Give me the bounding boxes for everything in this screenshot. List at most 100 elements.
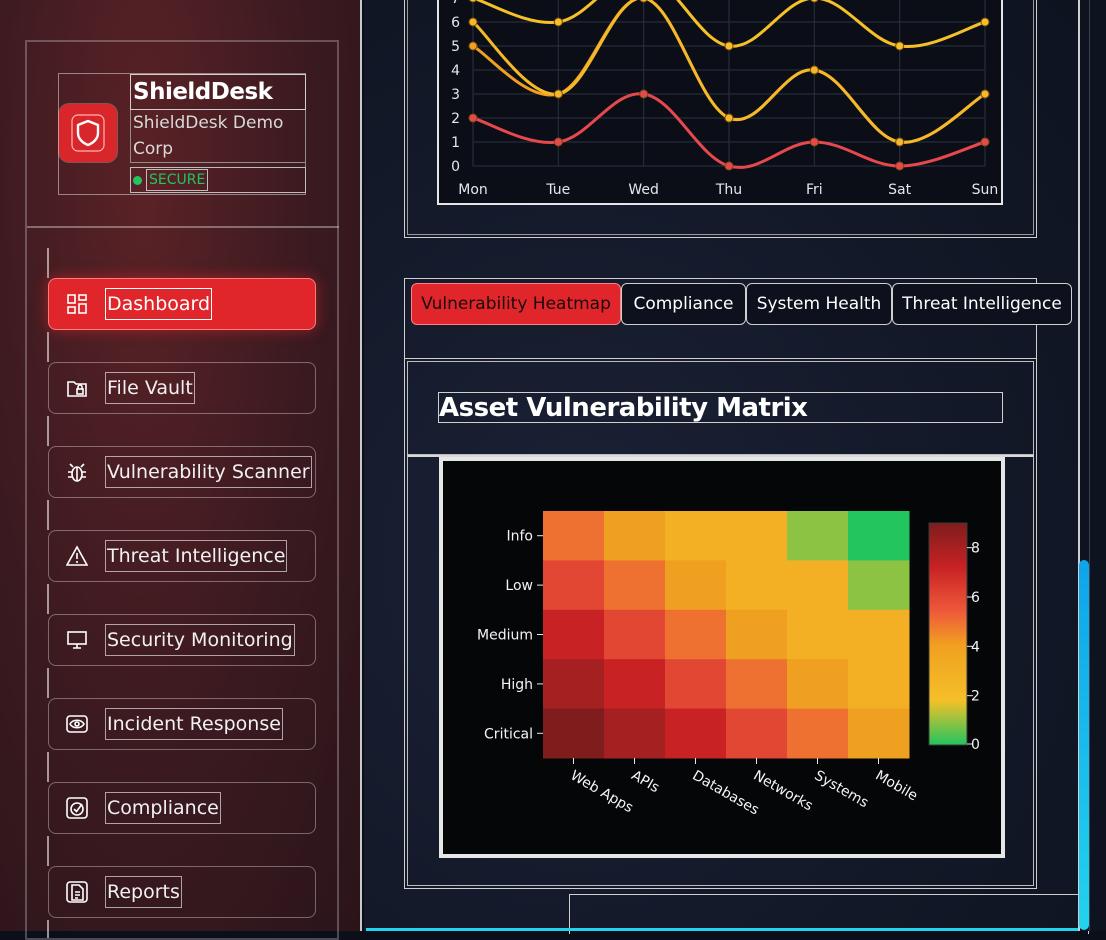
heatmap-cell <box>726 511 788 561</box>
y-tick-label: Low <box>505 578 533 594</box>
sidebar-item-label: Security Monitoring <box>105 624 295 656</box>
tab-compliance[interactable]: Compliance <box>621 283 746 325</box>
colorbar-tick-label: 2 <box>971 689 980 705</box>
data-point <box>468 113 478 123</box>
heatmap-cell <box>665 659 727 710</box>
sidebar-item-label: Dashboard <box>105 288 213 320</box>
data-point <box>724 161 734 171</box>
data-point <box>468 41 478 51</box>
scrollbar-thumb[interactable] <box>1079 560 1089 930</box>
tab-label: Vulnerability Heatmap <box>421 294 611 314</box>
colorbar-tick-label: 6 <box>971 590 980 606</box>
tab-threat-intelligence[interactable]: Threat Intelligence <box>892 283 1072 325</box>
heatmap-cell <box>665 609 727 660</box>
heatmap-cell <box>665 511 727 561</box>
data-point <box>980 17 990 27</box>
sidebar-item-incident-response[interactable]: Incident Response <box>48 698 316 750</box>
heatmap-cell <box>665 560 727 611</box>
sidebar-divider <box>27 226 339 228</box>
heatmap-cell <box>726 659 788 710</box>
colorbar-tick-label: 0 <box>971 737 980 753</box>
data-point <box>553 89 563 99</box>
sidebar-item-vulnerability-scanner[interactable]: Vulnerability Scanner <box>48 446 316 498</box>
data-point <box>553 137 563 147</box>
sidebar-item-compliance[interactable]: Compliance <box>48 782 316 834</box>
heatmap-cell <box>787 659 849 710</box>
edge-line <box>1089 0 1090 931</box>
tab-system-health[interactable]: System Health <box>746 283 892 325</box>
data-point <box>895 41 905 51</box>
heatmap-cell <box>604 609 666 660</box>
x-tick-label: Web Apps <box>568 768 636 817</box>
data-point <box>980 89 990 99</box>
y-tick-label: High <box>501 677 533 693</box>
x-tick-label: Networks <box>751 768 816 815</box>
line-chart-plot-box <box>437 0 1003 205</box>
x-tick-label: Wed <box>628 182 659 198</box>
y-tick-label: 5 <box>451 39 460 55</box>
sidebar-item-threat-intelligence[interactable]: Threat Intelligence <box>48 530 316 582</box>
heatmap-cell <box>787 560 849 611</box>
colorbar-tick-label: 8 <box>971 541 980 557</box>
sidebar-item-label: File Vault <box>105 372 195 404</box>
status-dot-icon <box>133 175 142 185</box>
data-point <box>724 41 734 51</box>
heatmap-cell <box>665 708 727 759</box>
brand-name: ShieldDesk <box>130 74 306 110</box>
heatmap-cell <box>726 708 788 759</box>
status-text: SECURE <box>146 169 209 191</box>
heatmap-cell <box>726 560 788 611</box>
x-tick-label: Sun <box>972 182 999 198</box>
x-tick-label: Databases <box>690 768 762 819</box>
x-tick-label: Mon <box>458 182 488 198</box>
data-point <box>468 17 478 27</box>
y-tick-label: Info <box>507 529 534 545</box>
eye-icon <box>65 712 89 736</box>
data-point <box>809 137 819 147</box>
heatmap-cell <box>543 708 605 759</box>
nav-rail <box>47 248 49 938</box>
heatmap-cell <box>787 708 849 759</box>
heatmap-cell <box>848 708 910 759</box>
sidebar-item-file-vault[interactable]: File Vault <box>48 362 316 414</box>
data-point <box>895 137 905 147</box>
line-chart: Mon Tue Wed Thu Fri Sat Sun 0 1 2 3 4 5 6 7 <box>437 0 1003 205</box>
sidebar-item-reports[interactable]: Reports <box>48 866 316 918</box>
y-tick-label: 1 <box>451 135 460 151</box>
tab-vulnerability-heatmap[interactable]: Vulnerability Heatmap <box>411 283 621 325</box>
data-point <box>895 161 905 171</box>
sidebar-item-label: Compliance <box>105 792 221 824</box>
y-tick-label: 4 <box>451 63 460 79</box>
sidebar-item-security-monitoring[interactable]: Security Monitoring <box>48 614 316 666</box>
tab-label: Compliance <box>633 294 734 314</box>
brand-text: ShieldDesk ShieldDesk Demo Corp SECURE <box>130 74 306 193</box>
monitor-icon <box>65 628 89 652</box>
tab-label: System Health <box>756 294 882 314</box>
sidebar-item-label: Reports <box>105 876 182 908</box>
brand-org: ShieldDesk Demo Corp <box>130 110 306 163</box>
heatmap-cell <box>604 511 666 561</box>
folder-lock-icon <box>65 376 89 400</box>
panel-title: Asset Vulnerability Matrix <box>438 392 1003 423</box>
y-tick-label: Medium <box>477 628 533 644</box>
colorbar-tick-label: 4 <box>971 639 980 655</box>
check-badge-icon <box>65 796 89 820</box>
bug-icon <box>65 460 89 484</box>
tab-label: Threat Intelligence <box>902 294 1062 314</box>
warning-icon <box>65 544 89 568</box>
sidebar-item-dashboard[interactable]: Dashboard <box>48 278 316 330</box>
y-tick-label: 0 <box>451 159 460 175</box>
y-tick-label: Critical <box>484 726 533 742</box>
sidebar-item-label: Vulnerability Scanner <box>105 456 312 488</box>
data-point <box>809 65 819 75</box>
sidebar-item-label: Threat Intelligence <box>105 540 288 572</box>
heatmap-chart: Info Low Medium High Critical Web AppsAPIs Dat… <box>477 511 980 819</box>
x-tick-label: Tue <box>545 182 570 198</box>
y-tick-label: 6 <box>451 15 460 31</box>
heatmap-cell <box>604 560 666 611</box>
heatmap-cell <box>787 511 849 561</box>
data-point <box>980 137 990 147</box>
heatmap-cell <box>848 560 910 611</box>
data-point <box>553 17 563 27</box>
heatmap-cell <box>543 511 605 561</box>
